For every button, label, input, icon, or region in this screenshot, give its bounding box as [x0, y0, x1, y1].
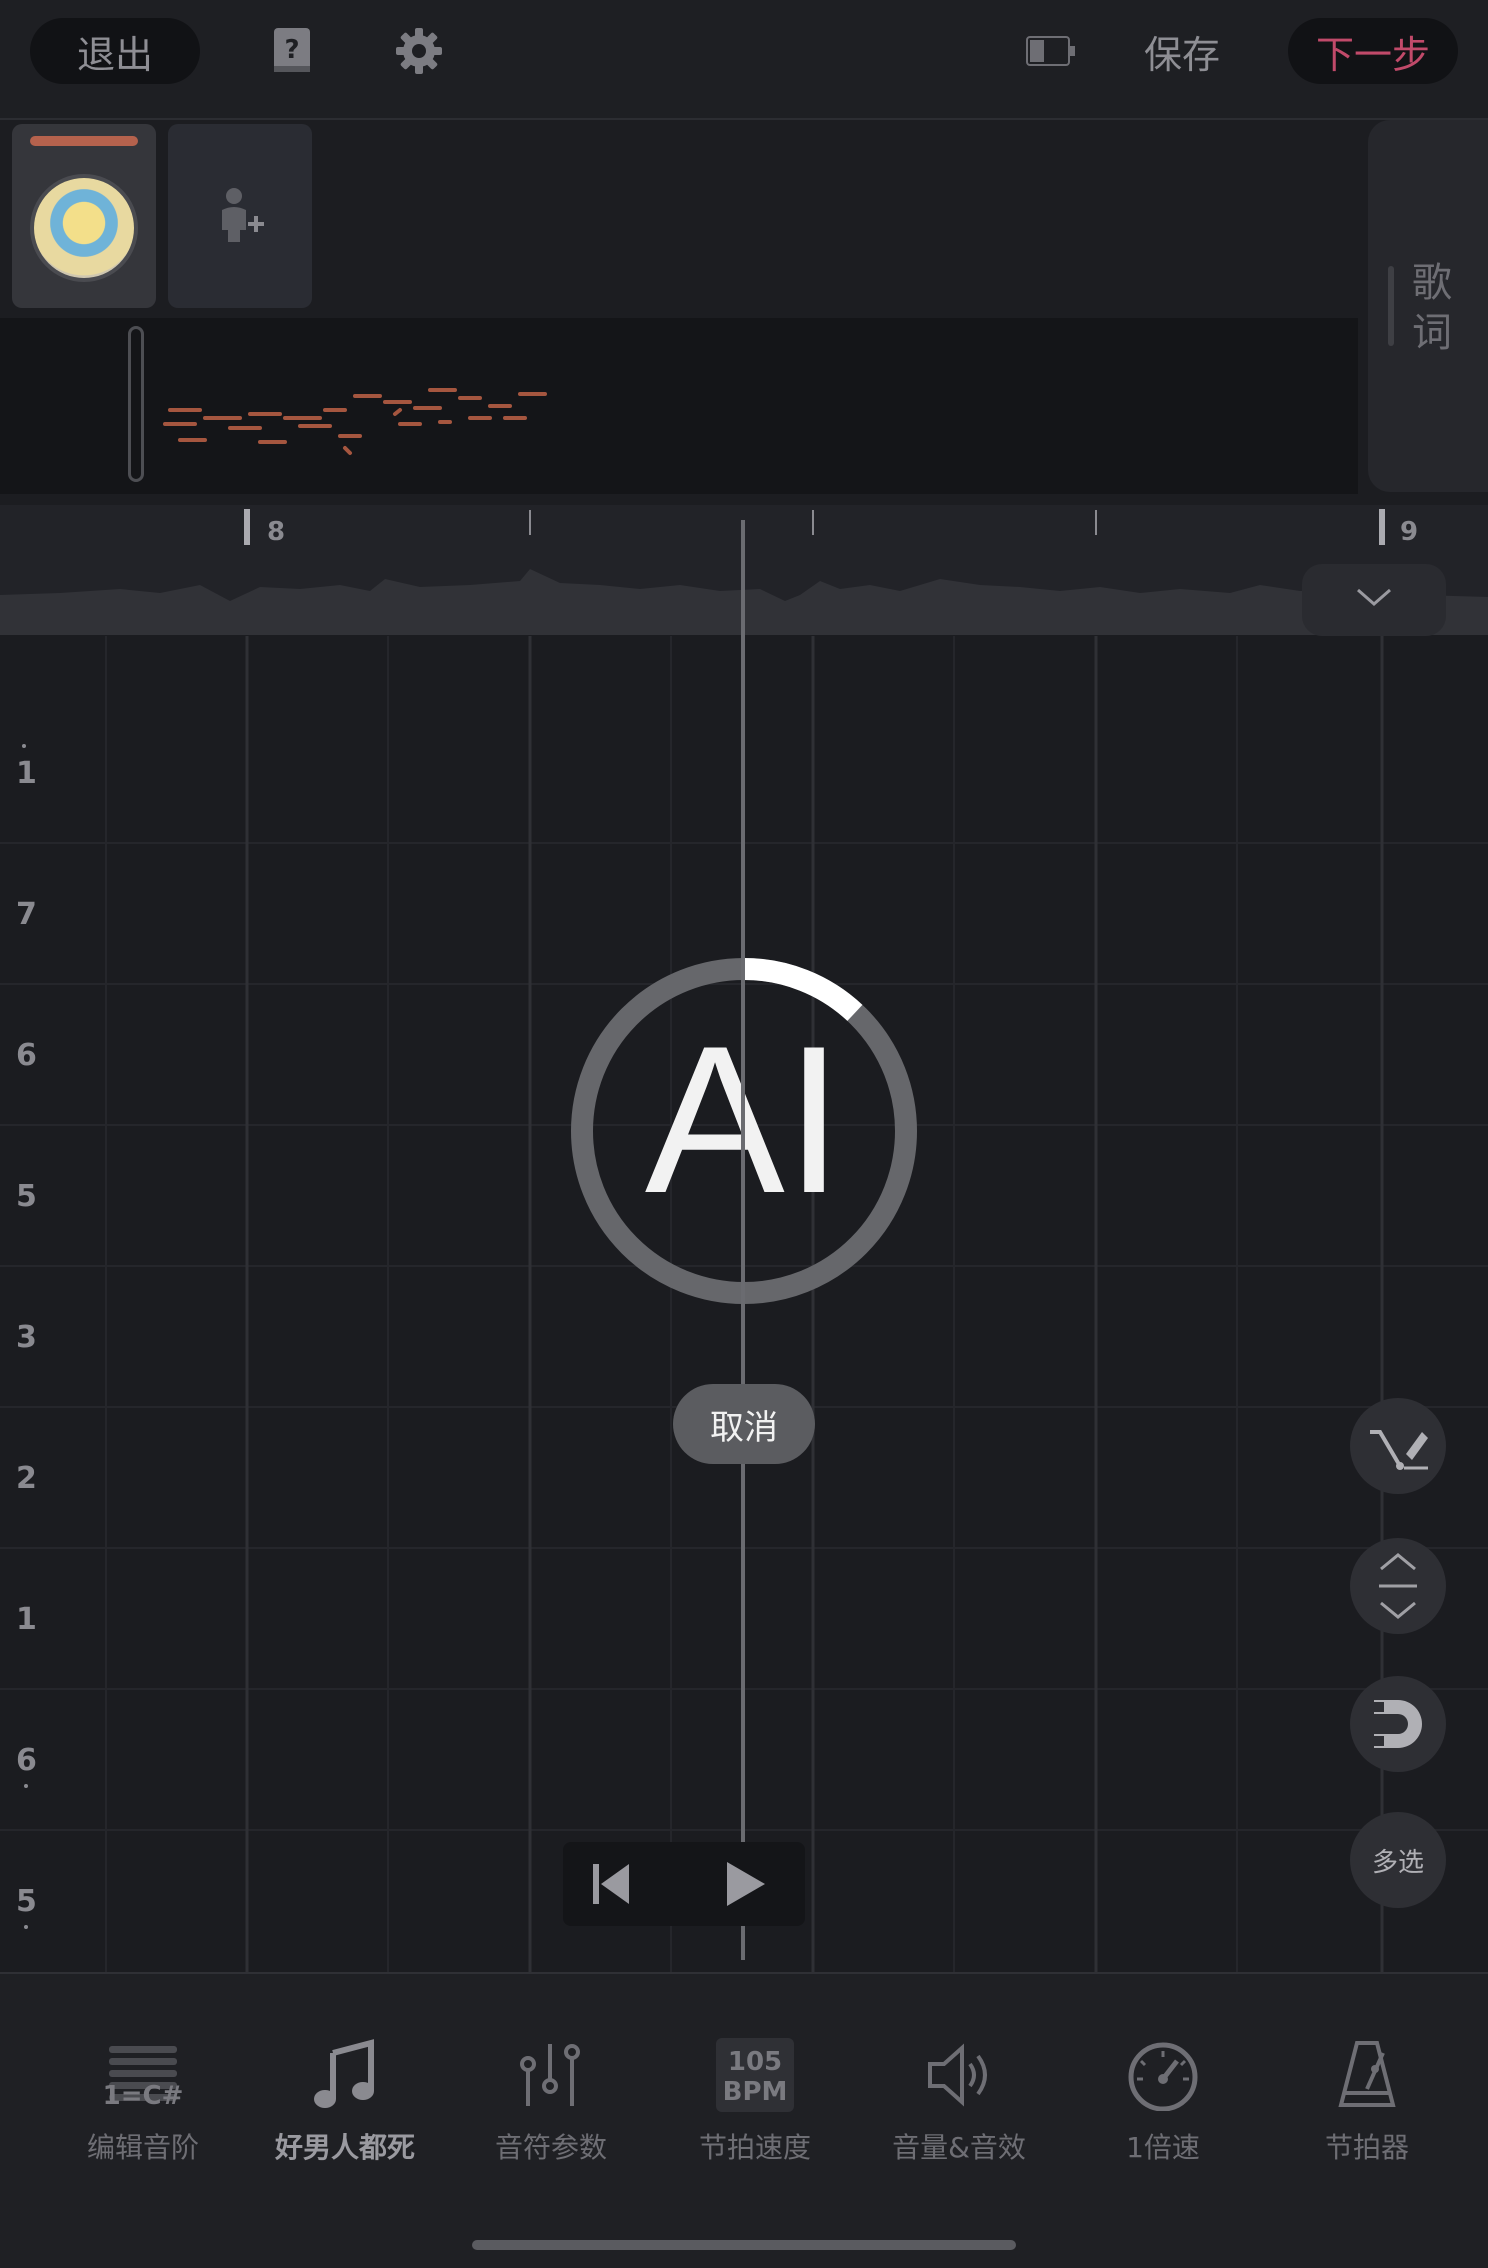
- note-params-label: 音符参数: [494, 2131, 607, 2164]
- song-name-label: 好男人都死: [274, 2131, 415, 2164]
- edit-scale-label: 编辑音阶: [86, 2131, 199, 2164]
- bpm-icon: 105 BPM: [660, 2030, 850, 2120]
- track-color-bar: [30, 136, 138, 146]
- collapse-panel-button[interactable]: [1302, 564, 1446, 636]
- lyrics-label: 歌词: [1412, 260, 1452, 356]
- pitch-label-low-5: 5: [16, 1884, 37, 1919]
- vertical-zoom-button[interactable]: [1350, 1538, 1446, 1634]
- metronome-label: 节拍器: [1324, 2131, 1409, 2164]
- overview-notes: [163, 388, 547, 455]
- skip-to-start-icon[interactable]: [591, 1862, 631, 1910]
- top-bar: 退出 ? 保存 下一步: [0, 0, 1488, 120]
- battery-icon: [1026, 36, 1076, 70]
- lyrics-drag-handle[interactable]: [1388, 266, 1394, 346]
- playback-speed-tool[interactable]: 1倍速: [1068, 2030, 1258, 2166]
- octave-dot-low: [24, 1784, 28, 1788]
- pitch-label-6: 6: [16, 1038, 37, 1073]
- speaker-icon: [864, 2030, 1054, 2120]
- music-note-icon: [250, 2030, 440, 2120]
- pitch-label-2: 2: [16, 1461, 37, 1496]
- magnet-icon: [1374, 1700, 1422, 1748]
- octave-dot-low: [24, 1925, 28, 1929]
- song-track-tool[interactable]: 好男人都死: [250, 2030, 440, 2166]
- cancel-button[interactable]: 取消: [673, 1384, 815, 1464]
- home-indicator: [472, 2240, 1016, 2250]
- multi-select-button[interactable]: 多选: [1350, 1812, 1446, 1908]
- ruler-marker-8: 8: [267, 517, 286, 547]
- play-icon[interactable]: [723, 1860, 767, 1912]
- playhead[interactable]: [741, 520, 745, 1960]
- help-book-icon[interactable]: ?: [270, 26, 314, 80]
- tempo-label: 节拍速度: [698, 2131, 811, 2164]
- svg-text:105: 105: [728, 2047, 782, 2077]
- transport-controls: [563, 1842, 805, 1926]
- exit-button[interactable]: 退出: [30, 18, 200, 84]
- draw-pitch-curve-button[interactable]: [1350, 1398, 1446, 1494]
- snap-magnet-button[interactable]: [1350, 1676, 1446, 1772]
- settings-gear-icon[interactable]: [394, 26, 444, 80]
- tempo-tool[interactable]: 105 BPM 节拍速度: [660, 2030, 850, 2166]
- svg-text:BPM: BPM: [723, 2077, 788, 2107]
- volume-effects-tool[interactable]: 音量&音效: [864, 2030, 1054, 2166]
- pitch-label-1: 1: [16, 1602, 37, 1637]
- add-track-button[interactable]: [168, 124, 312, 308]
- pitch-label-high-1: 1: [16, 756, 37, 791]
- octave-dot-high: [22, 744, 26, 748]
- sliders-icon: [456, 2030, 646, 2120]
- pitch-label-5: 5: [16, 1179, 37, 1214]
- ruler-marker-9: 9: [1400, 517, 1419, 547]
- track-thumbnail[interactable]: [12, 124, 156, 308]
- note-params-tool[interactable]: 音符参数: [456, 2030, 646, 2166]
- pitch-label-low-6: 6: [16, 1743, 37, 1778]
- metronome-icon: [1272, 2030, 1462, 2120]
- playback-speed-label: 1倍速: [1126, 2131, 1200, 2164]
- avatar: [34, 178, 134, 278]
- svg-text:?: ?: [284, 35, 299, 65]
- svg-text:1=C#: 1=C#: [103, 2081, 183, 2110]
- add-person-icon: [218, 186, 268, 250]
- metronome-tool[interactable]: 节拍器: [1272, 2030, 1462, 2166]
- speedometer-icon: [1068, 2030, 1258, 2120]
- song-overview[interactable]: [0, 318, 1358, 494]
- save-button[interactable]: 保存: [1122, 18, 1242, 84]
- overview-viewport-handle[interactable]: [128, 326, 144, 482]
- next-step-button[interactable]: 下一步: [1288, 18, 1458, 84]
- expand-collapse-icon: [1379, 1553, 1417, 1619]
- chevron-down-icon: [1354, 586, 1394, 614]
- volume-effects-label: 音量&音效: [892, 2131, 1026, 2164]
- scale-icon: 1=C#: [48, 2030, 238, 2120]
- pencil-curve-icon: [1370, 1430, 1428, 1470]
- pitch-label-7: 7: [16, 897, 37, 932]
- lyrics-panel-tab[interactable]: 歌词: [1368, 120, 1488, 492]
- edit-scale-tool[interactable]: 1=C# 编辑音阶: [48, 2030, 238, 2166]
- pitch-label-3: 3: [16, 1320, 37, 1355]
